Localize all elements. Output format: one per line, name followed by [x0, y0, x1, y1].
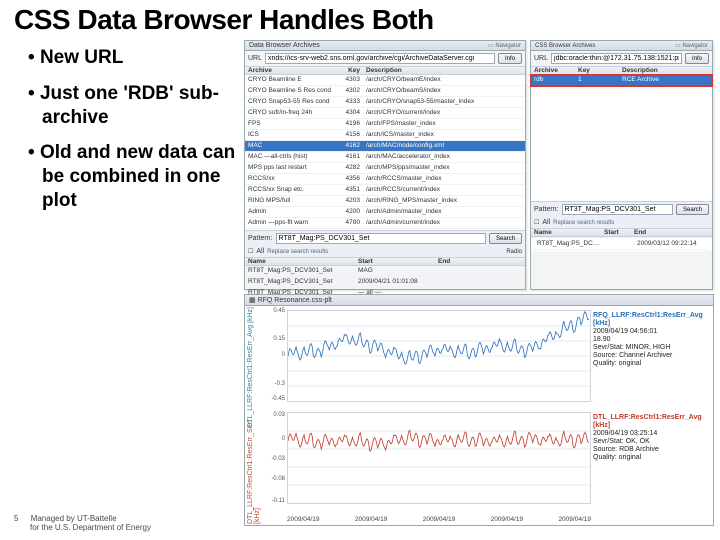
archive-panel-right: CSS Browser Archives ▭ Navigator URL Inf…: [530, 40, 713, 290]
table-row[interactable]: RT8T_Mag:PS_DCV301_Set 2009/03/12 09:22:…: [534, 239, 709, 250]
table-row[interactable]: driver Diagnostics4790/arch/Diag/master_…: [245, 229, 525, 230]
bullet-item: Old and new data can be combined in one …: [28, 141, 238, 212]
panel-tab[interactable]: CSS Browser Archives ▭ Navigator: [531, 41, 712, 51]
chart-bottom[interactable]: [287, 412, 591, 504]
bullet-item: New URL: [28, 46, 238, 70]
bullet-list: New URL Just one 'RDB' sub-archive Old a…: [28, 46, 238, 225]
col-archive[interactable]: Archive: [245, 67, 335, 74]
col-key[interactable]: Key: [335, 67, 363, 74]
slide-footer: 5 Managed by UT-Battelle for the U.S. De…: [14, 514, 151, 532]
col-start[interactable]: Start: [601, 229, 631, 236]
url-label: URL: [248, 55, 262, 62]
col-desc[interactable]: Description: [619, 67, 712, 74]
table-row[interactable]: Admin4200/arch/Admin/master_index: [245, 207, 525, 218]
table-row[interactable]: CRYO sufr/in-freq 24h4304/arch/CRYO/curr…: [245, 108, 525, 119]
info-button[interactable]: Info: [498, 53, 522, 64]
footer-line: Managed by UT-Battelle: [31, 514, 117, 523]
replace-hint: Replace search results: [553, 220, 614, 226]
footer-line: for the U.S. Department of Energy: [30, 523, 151, 532]
navigator-label: ▭ Navigator: [488, 42, 521, 49]
yaxis-label-top: DTL_LLRF:ResCtrl1:ResErr_Avg [kHz]: [247, 307, 254, 428]
pattern-label: Pattern:: [534, 206, 559, 213]
pattern-label: Pattern:: [248, 235, 273, 242]
x-axis-ticks: 2009/04/19 2009/04/19 2009/04/19 2009/04…: [287, 516, 591, 523]
table-row[interactable]: RT8T_Mag:PS_DCV301_SetMAG: [245, 266, 525, 277]
trace-info-top: RFQ_LLRF:ResCtrl1:ResErr_Avg [kHz] 2009/…: [593, 312, 709, 368]
search-button[interactable]: Search: [489, 233, 522, 244]
table-row[interactable]: CRYO Beamline S Res cond4302/arch/CRYO/b…: [245, 86, 525, 97]
table-row[interactable]: RCCS/xx4356/arch/RCCS/master_index: [245, 174, 525, 185]
replace-hint: Replace search results: [267, 249, 328, 255]
bullet-item: Just one 'RDB' sub-archive: [28, 82, 238, 130]
info-button[interactable]: Info: [685, 53, 709, 64]
archive-table[interactable]: CRYO Beamline E4303/arch/CRYO/beamE/inde…: [245, 75, 525, 230]
table-row[interactable]: MAC —all-ctrls (hist)4161/arch/MAC/accel…: [245, 152, 525, 163]
url-input[interactable]: [265, 53, 495, 64]
url-label: URL: [534, 55, 548, 62]
table-row[interactable]: Admin —pps-flt warn4780/arch/Admin/curre…: [245, 218, 525, 229]
col-end[interactable]: End: [631, 229, 712, 236]
navigator-label: ▭ Navigator: [675, 42, 708, 49]
col-archive[interactable]: Archive: [531, 67, 575, 74]
chart-top[interactable]: [287, 310, 591, 402]
table-row[interactable]: RT8T_Mag:PS_DCV301_Set2009/04/21 01:01:0…: [245, 277, 525, 288]
col-start[interactable]: Start: [355, 258, 435, 265]
table-row[interactable]: RCCS/xx Snap etc.4351/arch/RCCS/current/…: [245, 185, 525, 196]
col-end[interactable]: End: [435, 258, 525, 265]
results-table[interactable]: RT8T_Mag:PS_DCV301_Set 2009/03/12 09:22:…: [531, 237, 712, 251]
archive-table[interactable]: rdb 1 RCE Archive: [531, 75, 712, 86]
url-input[interactable]: [551, 53, 682, 64]
table-row[interactable]: RING MPS/full4203/arch/RING_MPS/master_i…: [245, 196, 525, 207]
replace-all-label[interactable]: All: [256, 248, 264, 255]
table-row[interactable]: MPS pps last restart4282/arch/MPS/pps/ma…: [245, 163, 525, 174]
panel-tab[interactable]: Data Browser Archives ▭ Navigator: [245, 41, 525, 51]
radio-label[interactable]: Radio: [506, 249, 522, 255]
table-row[interactable]: ICS4156/arch/ICS/master_index: [245, 130, 525, 141]
page-number: 5: [14, 514, 18, 523]
pattern-input[interactable]: [276, 233, 486, 244]
table-row[interactable]: CRYO Beamline E4303/arch/CRYO/beamE/inde…: [245, 75, 525, 86]
plot-tab[interactable]: ▦ RFQ Resonance.css-plt: [245, 295, 713, 306]
trace-info-bottom: DTL_LLRF:ResCtrl1:ResErr_Avg [kHz] 2009/…: [593, 414, 709, 462]
table-row[interactable]: CRYO Snap53-55 Res cond4333/arch/CRYO/sn…: [245, 97, 525, 108]
col-desc[interactable]: Description: [363, 67, 525, 74]
table-row[interactable]: FPS4196/arch/FPS/master_index: [245, 119, 525, 130]
table-row[interactable]: MAC4162/arch/MAC/node/config.xml: [245, 141, 525, 152]
slide-title: CSS Data Browser Handles Both: [14, 4, 434, 36]
plot-panel: ▦ RFQ Resonance.css-plt DTL_LLRF:ResCtrl…: [244, 294, 714, 526]
col-name[interactable]: Name: [245, 258, 355, 265]
archive-panel-left: Data Browser Archives ▭ Navigator URL In…: [244, 40, 526, 290]
replace-all-label[interactable]: All: [542, 219, 550, 226]
yaxis-label-bottom: DTL_LLRF:ResCtrl1:ResErr_Sec [kHz]: [247, 416, 261, 524]
pattern-input[interactable]: [562, 204, 673, 215]
col-name[interactable]: Name: [531, 229, 601, 236]
col-key[interactable]: Key: [575, 67, 619, 74]
table-row[interactable]: rdb 1 RCE Archive: [531, 75, 712, 86]
search-button[interactable]: Search: [676, 204, 709, 215]
